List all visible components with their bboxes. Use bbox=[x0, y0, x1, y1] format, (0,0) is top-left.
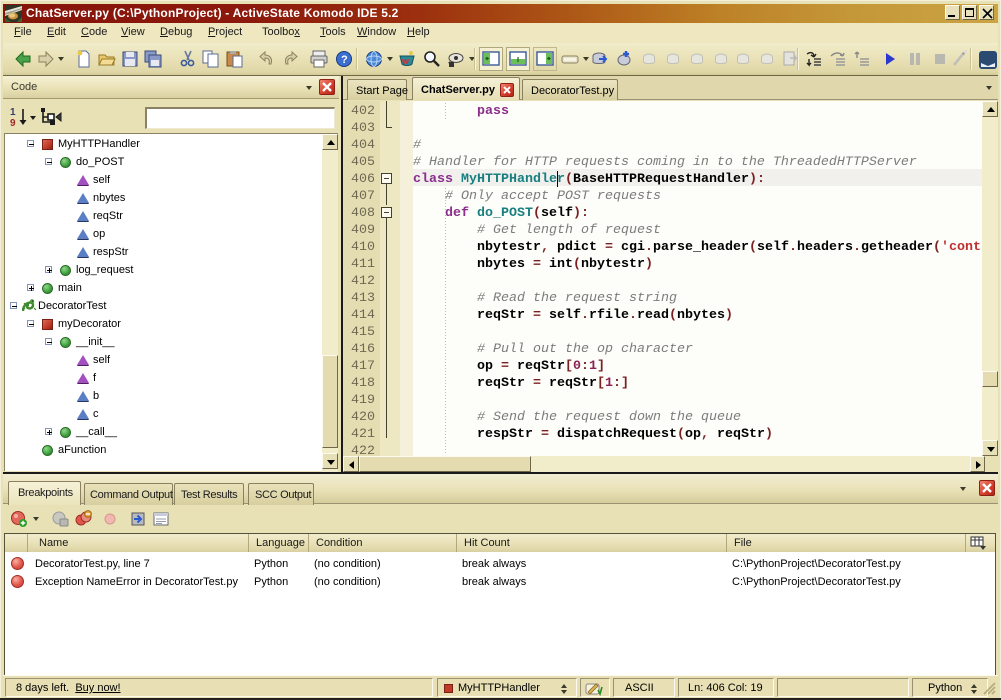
svg-text:9: 9 bbox=[10, 118, 16, 129]
svg-text:w: w bbox=[401, 56, 410, 66]
svg-text:?: ? bbox=[341, 54, 348, 66]
svg-text:1: 1 bbox=[10, 107, 16, 118]
